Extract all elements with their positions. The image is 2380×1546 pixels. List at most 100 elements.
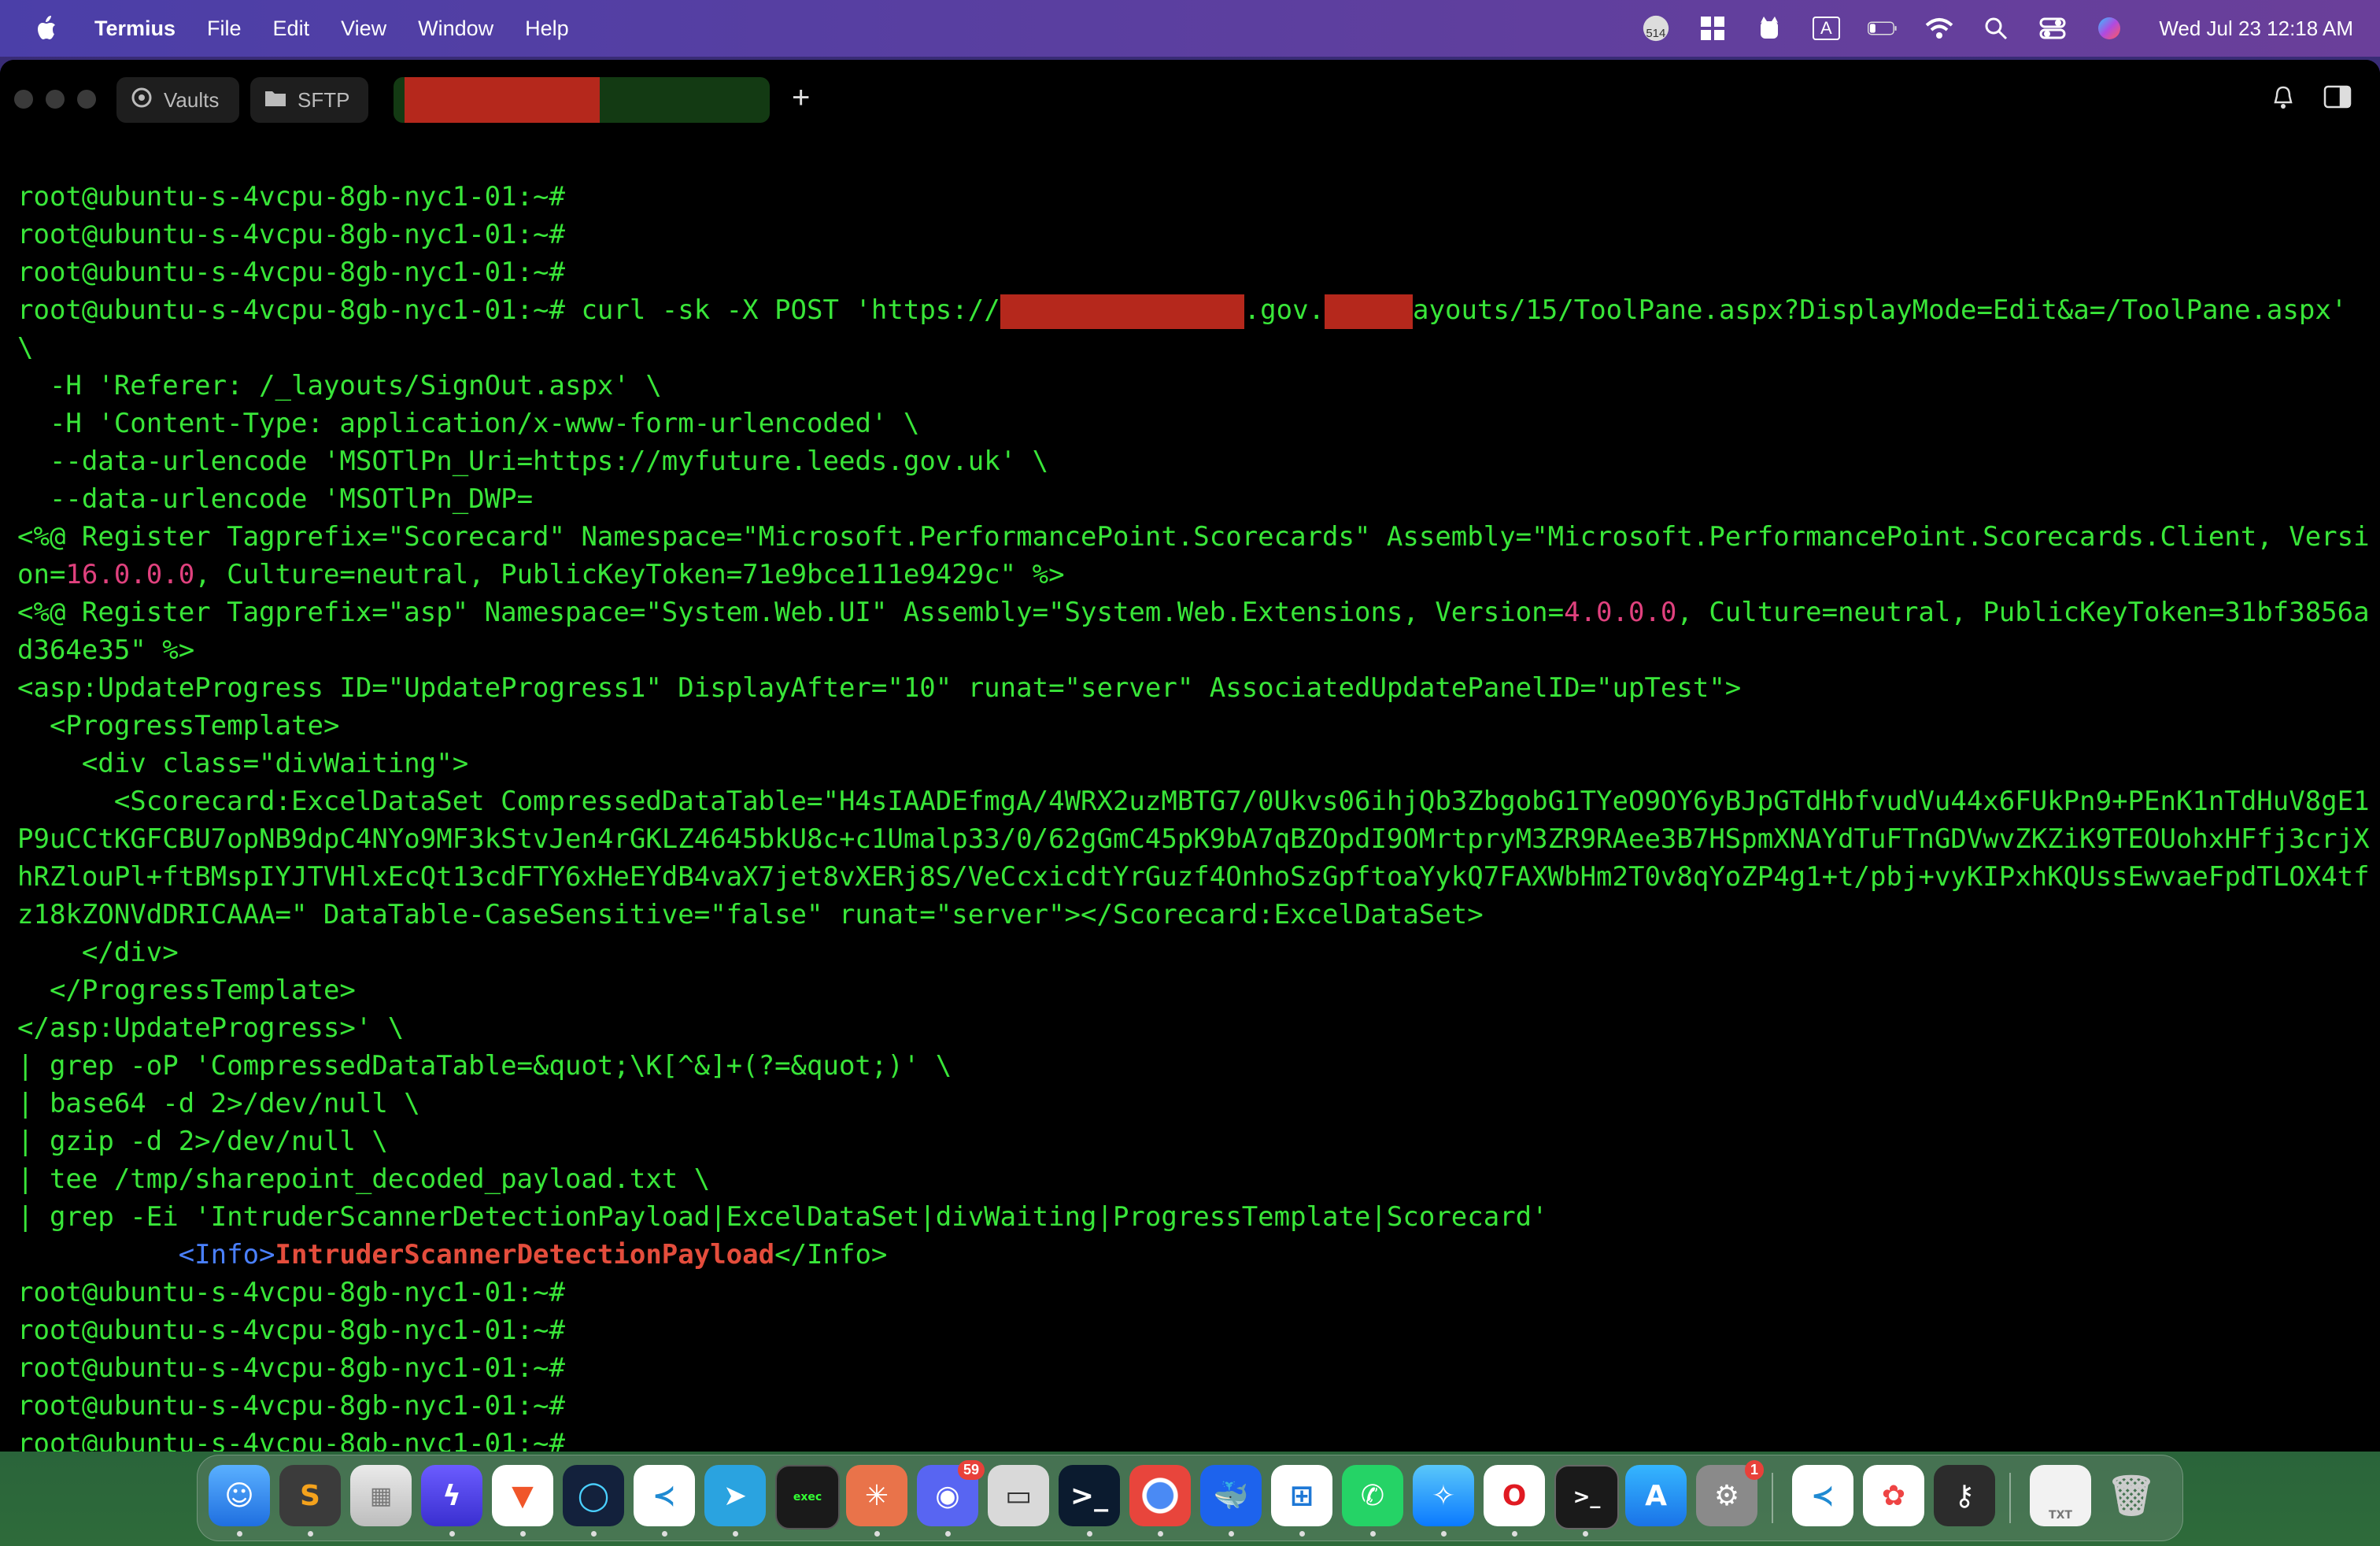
info-close-tag: </Info> [774, 1239, 888, 1270]
opera-icon[interactable]: O [1484, 1465, 1545, 1526]
prompt-text: root@ubuntu-s-4vcpu-8gb-nyc1-01:~# [17, 294, 565, 326]
terminal-line: </asp:UpdateProgress>' \ [17, 1012, 405, 1044]
windows-app-icon[interactable]: ⊞ [1271, 1465, 1332, 1526]
terminal-line: | gzip -d 2>/dev/null \ [17, 1126, 388, 1157]
info-open-tag: <Info> [178, 1239, 275, 1270]
running-indicator [874, 1531, 880, 1537]
photos-icon[interactable]: ✿ [1863, 1465, 1924, 1526]
tab-sftp[interactable]: SFTP [250, 77, 368, 123]
settings-badge: 1 [1744, 1460, 1764, 1480]
running-indicator [1583, 1531, 1588, 1537]
docker-icon[interactable]: 🐳 [1200, 1465, 1262, 1526]
chrome-icon[interactable] [1129, 1465, 1191, 1526]
running-indicator [1441, 1531, 1447, 1537]
terminal-line: | tee /tmp/sharepoint_decoded_payload.tx… [17, 1163, 711, 1195]
text-file-icon[interactable]: TXT [2030, 1465, 2091, 1526]
menu-clock[interactable]: Wed Jul 23 12:18 AM [2159, 17, 2353, 41]
command-text: curl -sk -X POST 'https:// [564, 294, 1000, 326]
minimize-window-button[interactable] [46, 90, 65, 109]
vscode-recent-icon[interactable]: ≺ [1792, 1465, 1853, 1526]
terminal-line: <asp:UpdateProgress ID="UpdateProgress1"… [17, 672, 1742, 704]
tab-active-session[interactable] [394, 77, 770, 123]
folder-icon [264, 88, 286, 113]
running-indicator [945, 1531, 951, 1537]
menu-file[interactable]: File [207, 17, 242, 41]
cat-app-icon[interactable] [1754, 16, 1784, 41]
claude-icon[interactable]: ✳ [846, 1465, 907, 1526]
whatsapp-icon[interactable]: ✆ [1342, 1465, 1403, 1526]
terminal-icon[interactable]: >_ [1554, 1465, 1619, 1529]
zoom-window-button[interactable] [77, 90, 96, 109]
system-settings-icon[interactable]: ⚙ 1 [1696, 1460, 1764, 1526]
powershell-icon[interactable]: >_ [1059, 1465, 1120, 1526]
running-indicator [1158, 1531, 1163, 1537]
menu-window[interactable]: Window [418, 17, 493, 41]
terminal-line: root@ubuntu-s-4vcpu-8gb-nyc1-01:~# [17, 257, 565, 288]
terminal-line: root@ubuntu-s-4vcpu-8gb-nyc1-01:~# [17, 1352, 565, 1384]
input-source-label: A [1812, 17, 1840, 40]
bell-icon[interactable] [2271, 85, 2295, 117]
window-grid-icon[interactable] [1698, 16, 1728, 41]
safari-icon[interactable]: ✧ [1413, 1465, 1474, 1526]
lightning-app-icon[interactable]: ϟ [421, 1465, 482, 1526]
menu-app-name[interactable]: Termius [94, 17, 176, 41]
keychain-icon[interactable]: ⚷ [1934, 1465, 1995, 1526]
terminal-output-result: <Info>IntruderScannerDetectionPayload</I… [17, 1236, 2371, 1274]
launchpad-icon[interactable]: ▦ [350, 1465, 412, 1526]
discord-icon[interactable]: ◉ 59 [917, 1460, 985, 1526]
brave-browser-icon[interactable]: ▼ [492, 1465, 553, 1526]
telegram-icon[interactable]: ➤ [704, 1465, 766, 1526]
termius-icon[interactable]: ◯ [563, 1465, 624, 1526]
dock: ☺ S ▦ ϟ ▼ ◯ ≺ ➤ exec ✳ ◉ 59 ▭ >_ 🐳 ⊞ ✆ ✧ … [197, 1455, 2183, 1541]
sublime-text-icon[interactable]: S [279, 1465, 341, 1526]
input-source-icon[interactable]: A [1811, 16, 1841, 41]
terminal-line: <Scorecard:ExcelDataSet CompressedDataTa… [17, 786, 2370, 930]
search-icon[interactable] [1981, 16, 2011, 41]
terminal-line: -H 'Referer: /_layouts/SignOut.aspx' \ [17, 370, 662, 401]
tab-sftp-label: SFTP [298, 87, 350, 112]
running-indicator [733, 1531, 738, 1537]
terminal-exec-icon[interactable]: exec [775, 1465, 840, 1529]
terminal-line: root@ubuntu-s-4vcpu-8gb-nyc1-01:~# [17, 1315, 565, 1346]
control-center-icon[interactable] [2038, 16, 2068, 41]
sidebar-toggle-icon[interactable] [2323, 85, 2352, 115]
notes-app-icon[interactable]: ▭ [988, 1465, 1049, 1526]
menu-help[interactable]: Help [525, 17, 569, 41]
new-tab-button[interactable]: + [792, 80, 810, 116]
terminal-line: </ProgressTemplate> [17, 975, 356, 1006]
termius-window: Vaults SFTP + root@ubuntu-s-4vcpu-8gb-ny… [0, 60, 2380, 1452]
notifications-status-icon[interactable]: 514 [1641, 15, 1671, 42]
redacted-url-part [1000, 294, 1244, 329]
app-store-icon[interactable]: A [1625, 1465, 1687, 1526]
terminal-line: | grep -Ei 'IntruderScannerDetectionPayl… [17, 1201, 1548, 1233]
terminal-line: | base64 -d 2>/dev/null \ [17, 1088, 420, 1119]
wifi-icon[interactable] [1924, 16, 1954, 41]
terminal-line: -H 'Content-Type: application/x-www-form… [17, 408, 920, 439]
version-number: 4.0.0.0 [1564, 597, 1677, 628]
tab-vaults[interactable]: Vaults [116, 77, 239, 123]
running-indicator [1229, 1531, 1234, 1537]
running-indicator [1370, 1531, 1376, 1537]
menu-bar: Termius File Edit View Window Help 514 A [0, 0, 2380, 57]
running-indicator [1087, 1531, 1092, 1537]
terminal-line: root@ubuntu-s-4vcpu-8gb-nyc1-01:~# [17, 219, 565, 250]
battery-icon[interactable] [1868, 16, 1898, 41]
terminal-output[interactable]: root@ubuntu-s-4vcpu-8gb-nyc1-01:~# root@u… [17, 140, 2371, 1452]
siri-icon[interactable] [2094, 16, 2124, 41]
close-window-button[interactable] [14, 90, 33, 109]
terminal-line: <%@ Register Tagprefix="Scorecard" Names… [17, 518, 2371, 594]
running-indicator [1512, 1531, 1517, 1537]
vscode-icon[interactable]: ≺ [634, 1465, 695, 1526]
trash-icon[interactable]: 🗑 [2101, 1465, 2162, 1526]
running-indicator [449, 1531, 455, 1537]
terminal-line: --data-urlencode 'MSOTlPn_Uri=https://my… [17, 446, 1049, 477]
running-indicator [591, 1531, 597, 1537]
terminal-command-line: root@ubuntu-s-4vcpu-8gb-nyc1-01:~# curl … [17, 291, 2371, 367]
notifications-count: 514 [1646, 27, 1666, 40]
terminal-line: --data-urlencode 'MSOTlPn_DWP= [17, 483, 534, 515]
apple-logo-icon[interactable] [31, 13, 63, 44]
menu-edit[interactable]: Edit [273, 17, 310, 41]
dock-separator [2009, 1473, 2011, 1523]
menu-view[interactable]: View [341, 17, 386, 41]
finder-icon[interactable]: ☺ [209, 1465, 270, 1526]
